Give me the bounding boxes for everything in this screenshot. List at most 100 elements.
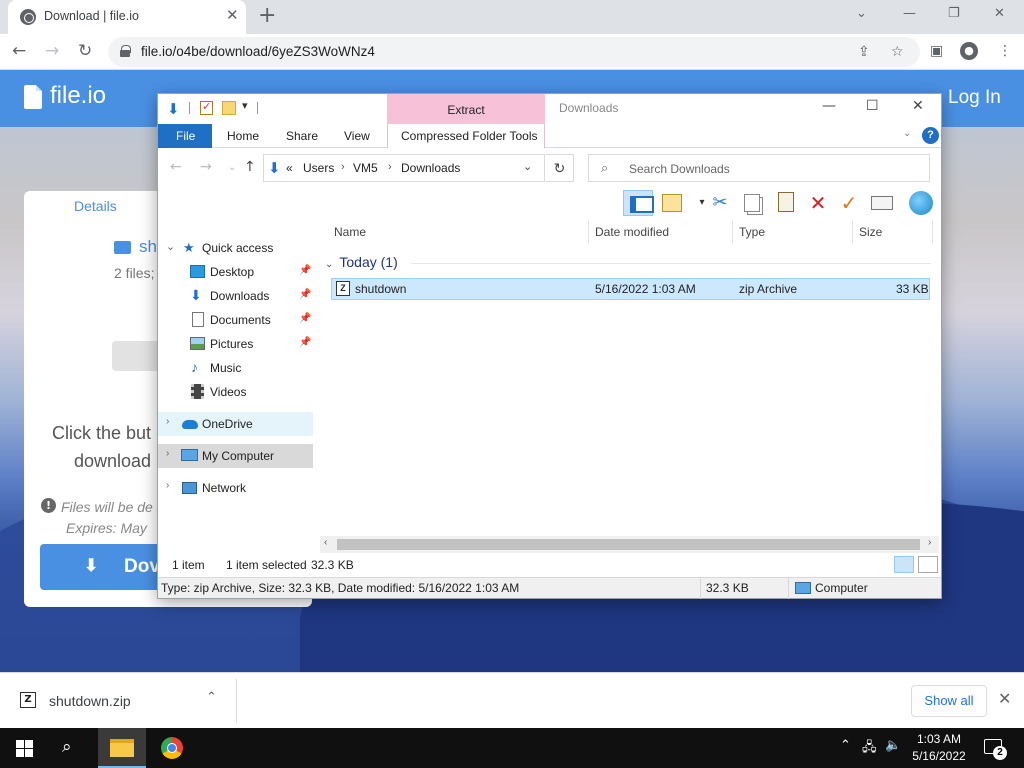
view-options-icon[interactable] [662,194,682,212]
cut-icon[interactable]: ✂ [708,192,732,214]
pin-icon[interactable]: 📌 [299,289,311,300]
breadcrumb-vm5[interactable]: VM5 [353,161,378,175]
notification-icon[interactable]: 2 [984,739,1007,760]
nav-desktop[interactable]: Desktop 📌 [158,260,318,284]
scroll-left-icon[interactable]: ‹ [324,537,327,548]
nav-downloads[interactable]: ⬇ Downloads 📌 [158,284,318,308]
group-header-today[interactable]: ⌄ Today (1) [325,254,931,270]
pin-icon[interactable]: 📌 [299,337,311,348]
forward-arrow-icon[interactable]: → [200,159,212,175]
network-icon[interactable]: 🖧 [862,738,877,760]
profile-avatar-icon[interactable]: ● [960,42,978,60]
taskbar-chrome[interactable] [148,728,196,768]
site-logo[interactable]: file.io [50,82,106,110]
breadcrumb-users[interactable]: Users [303,161,334,175]
scrollbar-thumb[interactable] [337,539,920,550]
recent-locations-icon[interactable]: ⌄ [228,162,236,173]
minimize-icon[interactable]: — [822,98,836,114]
column-type[interactable]: Type [739,225,765,239]
back-arrow-icon[interactable]: ← [170,159,182,175]
up-arrow-icon[interactable]: ↑ [244,159,256,175]
maximize-icon[interactable]: ☐ [866,98,879,114]
quick-access-dropdown-icon[interactable]: ▾ [242,99,248,112]
new-folder-icon[interactable] [222,101,236,115]
breadcrumb-overflow[interactable]: « [286,161,293,175]
help-icon[interactable]: ? [922,127,939,144]
chevron-right-icon[interactable]: › [166,448,169,459]
nav-documents[interactable]: Documents 📌 [158,308,318,332]
copy-icon[interactable] [744,194,760,212]
details-tab[interactable]: Details [74,198,117,214]
scroll-right-icon[interactable]: › [928,537,931,548]
login-link[interactable]: Log In [948,87,1001,109]
reload-icon[interactable]: ↻ [78,41,92,61]
nav-quick-access[interactable]: ⌄ ★ Quick access [158,236,318,260]
column-separator[interactable] [732,220,733,244]
column-separator[interactable] [932,220,933,244]
pin-icon[interactable]: 📌 [299,313,311,324]
nav-pictures[interactable]: Pictures 📌 [158,332,318,356]
file-row-shutdown[interactable]: Z shutdown 5/16/2022 1:03 AM zip Archive… [331,278,930,300]
column-separator[interactable] [852,220,853,244]
nav-music[interactable]: ♪ Music [158,356,318,380]
nav-videos[interactable]: Videos [158,380,318,404]
column-date-modified[interactable]: Date modified [595,225,669,239]
download-arrow-icon[interactable]: ⬇ [167,100,180,118]
chevron-right-icon[interactable]: › [166,480,169,491]
column-separator[interactable] [588,220,589,244]
chevron-down-icon[interactable]: ⌄ [325,259,333,270]
bookmark-star-icon[interactable]: ☆ [891,44,904,60]
paste-icon[interactable] [778,192,794,212]
details-view-icon[interactable] [894,556,914,573]
search-box[interactable]: ⌕ Search Downloads [588,154,930,182]
explorer-address-bar[interactable]: ⬇ « Users › VM5 › Downloads ⌄ [263,154,545,182]
column-size[interactable]: Size [859,225,882,239]
system-clock[interactable]: 1:03 AM 5/16/2022 [906,731,972,765]
large-icons-view-icon[interactable] [918,556,938,573]
chevron-right-icon[interactable]: › [166,416,169,427]
tab-file[interactable]: File [158,124,212,148]
chevron-up-icon[interactable]: ⌃ [206,690,217,705]
horizontal-scrollbar[interactable]: ‹ › [320,536,939,553]
breadcrumb-downloads[interactable]: Downloads [401,161,460,175]
extract-context-tab[interactable]: Extract [387,94,545,124]
chevron-down-icon[interactable]: ⌄ [166,240,175,253]
side-panel-icon[interactable]: ▣ [930,43,943,59]
close-window-button[interactable]: ✕ [994,6,1005,21]
tab-home[interactable]: Home [227,129,259,143]
tab-share[interactable]: Share [286,129,318,143]
downloaded-file-name[interactable]: shutdown.zip [49,693,131,709]
chevron-down-icon[interactable]: ⌄ [523,160,532,173]
taskbar-file-explorer[interactable] [98,728,146,768]
share-icon[interactable]: ⇪ [858,44,870,60]
column-name[interactable]: Name [334,225,366,239]
nav-my-computer[interactable]: › My Computer [158,444,313,468]
checkmark-icon[interactable]: ✓ [837,192,861,214]
tab-search-button[interactable]: ⌄ [856,6,867,21]
forward-arrow-icon[interactable]: → [45,41,59,61]
volume-icon[interactable]: 🔈 [885,738,901,753]
show-all-button[interactable]: Show all [911,685,987,717]
chevron-right-icon[interactable]: › [341,161,345,173]
new-tab-button[interactable]: + [258,3,276,28]
back-arrow-icon[interactable]: ← [12,41,26,61]
windows-start-icon[interactable] [16,740,33,757]
browser-tab[interactable]: Download | file.io ✕ [8,0,246,34]
menu-kebab-icon[interactable]: ⋮ [998,43,1012,59]
preview-pane-icon[interactable] [623,190,654,216]
expand-ribbon-icon[interactable]: ⌄ [903,128,911,139]
rename-icon[interactable] [871,196,893,210]
tab-compressed-folder-tools[interactable]: Compressed Folder Tools [387,124,545,148]
url-text[interactable]: file.io/o4be/download/6yeZS3WoWNz4 [141,44,375,59]
address-bar[interactable]: file.io/o4be/download/6yeZS3WoWNz4 ⇪ ☆ [108,37,920,67]
chevron-right-icon[interactable]: › [388,161,392,173]
nav-network[interactable]: › Network [158,476,318,500]
tab-close-button[interactable]: ✕ [226,6,239,24]
close-icon[interactable]: ✕ [912,98,924,114]
globe-icon[interactable] [909,191,933,215]
close-icon[interactable]: ✕ [998,689,1011,708]
search-icon[interactable]: ⌕ [62,737,72,757]
delete-icon[interactable]: ✕ [806,192,830,214]
minimize-button[interactable]: — [903,6,916,21]
refresh-button[interactable]: ↻ [546,154,574,182]
